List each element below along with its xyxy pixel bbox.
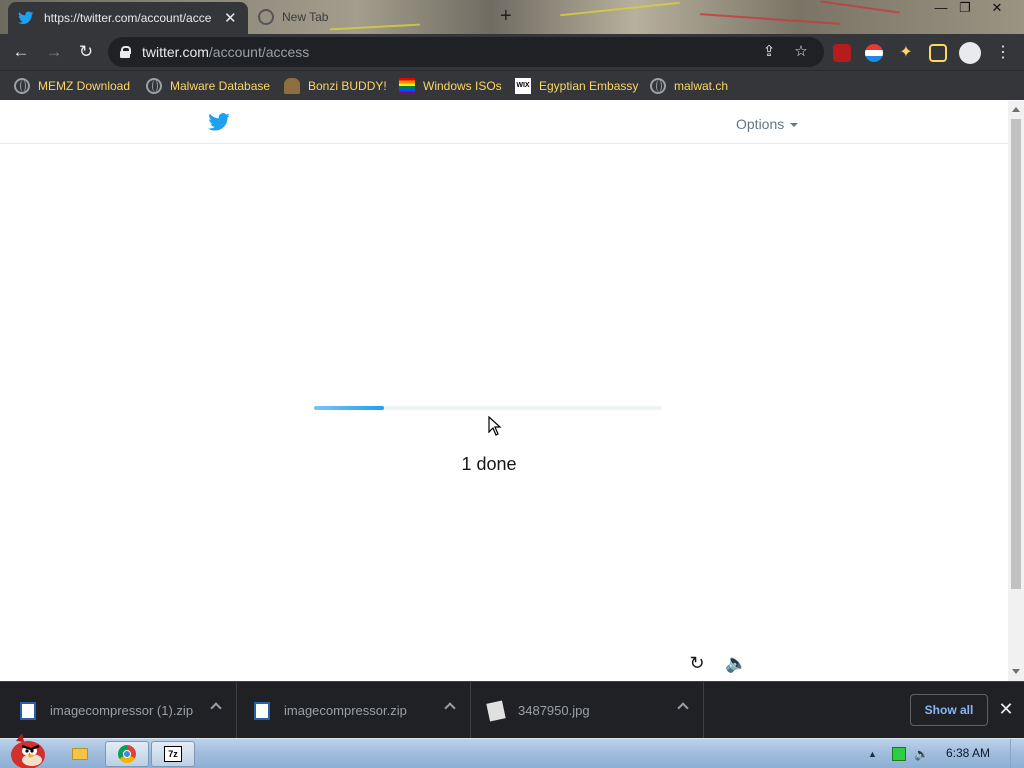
globe-icon: [258, 9, 274, 25]
chevron-up-icon[interactable]: [677, 702, 689, 714]
forward-icon[interactable]: →: [43, 42, 65, 62]
url-host: twitter.com: [142, 44, 209, 60]
caret-down-icon: [790, 123, 799, 128]
7zip-icon: 7z: [164, 746, 182, 762]
download-item[interactable]: 3487950.jpg: [471, 682, 704, 739]
back-icon[interactable]: ←: [10, 42, 32, 62]
share-icon[interactable]: ⇪: [760, 43, 778, 61]
taskbar-chrome-button[interactable]: [105, 741, 149, 767]
download-filename: imagecompressor.zip: [284, 703, 407, 718]
progress-bar-fill: [314, 406, 384, 410]
scrollbar-thumb[interactable]: [1011, 119, 1021, 589]
page-scrollbar[interactable]: [1008, 101, 1024, 681]
chrome-icon: [118, 745, 136, 763]
scroll-down-arrow-icon[interactable]: [1012, 669, 1020, 674]
tray-expand-icon[interactable]: ▲: [868, 747, 882, 761]
volume-icon[interactable]: 🔈: [914, 747, 929, 761]
tab-title: New Tab: [282, 10, 329, 24]
twitter-logo-icon[interactable]: [208, 113, 230, 131]
bookmark-malware-database[interactable]: Malware Database: [146, 76, 270, 96]
wallpaper-streak: [700, 13, 840, 25]
chevron-up-icon[interactable]: [444, 702, 456, 714]
lock-icon: [120, 46, 131, 58]
bookmark-label: Egyptian Embassy: [539, 79, 639, 93]
bookmark-label: Bonzi BUDDY!: [308, 79, 387, 93]
folder-icon: [72, 748, 88, 760]
mouse-cursor-icon: [488, 416, 502, 436]
window-close-icon[interactable]: ✕: [984, 0, 1010, 16]
side-panel-icon[interactable]: [929, 44, 947, 62]
bookmarks-bar: MEMZ Download Malware Database Bonzi BUD…: [0, 70, 1024, 100]
taskbar-7zip-button[interactable]: 7z: [151, 741, 195, 767]
battery-icon[interactable]: [892, 747, 906, 761]
tab-title: https://twitter.com/account/acce: [44, 11, 212, 25]
vpn-extension-icon[interactable]: [865, 44, 883, 62]
zip-file-icon: [254, 701, 270, 720]
extensions-puzzle-icon[interactable]: ✦: [897, 44, 915, 62]
bookmark-star-icon[interactable]: ☆: [792, 43, 810, 61]
profile-avatar-icon[interactable]: [959, 42, 981, 64]
bookmark-label: Malware Database: [170, 79, 271, 93]
bonzi-icon: [284, 78, 300, 94]
globe-icon: [650, 78, 666, 94]
tab-close-icon[interactable]: ✕: [224, 9, 237, 27]
wallpaper-streak: [330, 23, 420, 31]
maximize-icon[interactable]: ❐: [952, 0, 978, 16]
scroll-up-arrow-icon[interactable]: [1012, 107, 1020, 112]
bookmark-malwatch[interactable]: malwat.ch: [650, 76, 728, 96]
bookmark-label: MEMZ Download: [38, 79, 131, 93]
ublock-extension-icon[interactable]: [833, 44, 851, 62]
show-all-downloads-button[interactable]: Show all: [910, 694, 988, 726]
minimize-icon[interactable]: —: [928, 0, 954, 16]
site-header: Options: [0, 101, 1008, 144]
image-file-icon: [486, 700, 506, 721]
new-tab-plus-icon[interactable]: +: [500, 5, 512, 28]
progress-status-text: 1 done: [461, 454, 517, 474]
bookmark-bonzi-buddy[interactable]: Bonzi BUDDY!: [284, 76, 387, 96]
show-desktop-button[interactable]: [1010, 739, 1024, 768]
wallpaper-streak: [560, 1, 680, 17]
bookmark-label: malwat.ch: [674, 79, 729, 93]
chevron-up-icon[interactable]: [210, 702, 222, 714]
reload-icon[interactable]: ↻: [75, 42, 97, 62]
zip-file-icon: [20, 701, 36, 720]
browser-tab-strip: https://twitter.com/account/acce ✕ New T…: [0, 0, 1024, 34]
url-path: /account/access: [208, 44, 310, 60]
download-item[interactable]: imagecompressor (1).zip: [0, 682, 237, 739]
taskbar-explorer-button[interactable]: [58, 741, 102, 767]
options-label: Options: [736, 116, 785, 132]
chrome-menu-icon[interactable]: ⋮: [994, 44, 1012, 62]
bookmark-windows-isos[interactable]: Windows ISOs: [399, 76, 502, 96]
windows-taskbar: 7z ▲ 🔈 6:38 AM: [0, 733, 1024, 768]
download-filename: 3487950.jpg: [518, 703, 590, 718]
speaker-icon[interactable]: 🔈: [725, 652, 747, 674]
download-filename: imagecompressor (1).zip: [50, 703, 194, 718]
globe-icon: [14, 78, 30, 94]
options-dropdown[interactable]: Options: [736, 116, 799, 132]
page-content: Options 1 done ↻ 🔈: [0, 101, 1008, 681]
refresh-audio-icon[interactable]: ↻: [686, 652, 708, 674]
downloads-shelf: imagecompressor (1).zip imagecompressor.…: [0, 681, 1024, 739]
bookmark-label: Windows ISOs: [423, 79, 502, 93]
twitter-favicon-icon: [18, 11, 34, 25]
wallpaper-streak: [820, 0, 900, 14]
close-downloads-icon[interactable]: ✕: [998, 699, 1014, 720]
bookmark-memz-download[interactable]: MEMZ Download: [14, 76, 130, 96]
bookmark-egyptian-embassy[interactable]: WIX Egyptian Embassy: [515, 76, 638, 96]
globe-icon: [146, 78, 162, 94]
start-button-angry-bird-icon[interactable]: [2, 733, 50, 768]
progress-bar: [314, 406, 662, 410]
taskbar-clock[interactable]: 6:38 AM: [946, 746, 990, 760]
wix-icon: WIX: [515, 78, 531, 94]
download-item[interactable]: imagecompressor.zip: [237, 682, 471, 739]
tab-new-tab[interactable]: New Tab: [258, 6, 328, 28]
rainbow-flag-icon: [399, 78, 415, 94]
tab-twitter[interactable]: https://twitter.com/account/acce ✕: [8, 2, 248, 34]
address-bar[interactable]: twitter.com/account/access ⇪ ☆: [108, 37, 824, 67]
